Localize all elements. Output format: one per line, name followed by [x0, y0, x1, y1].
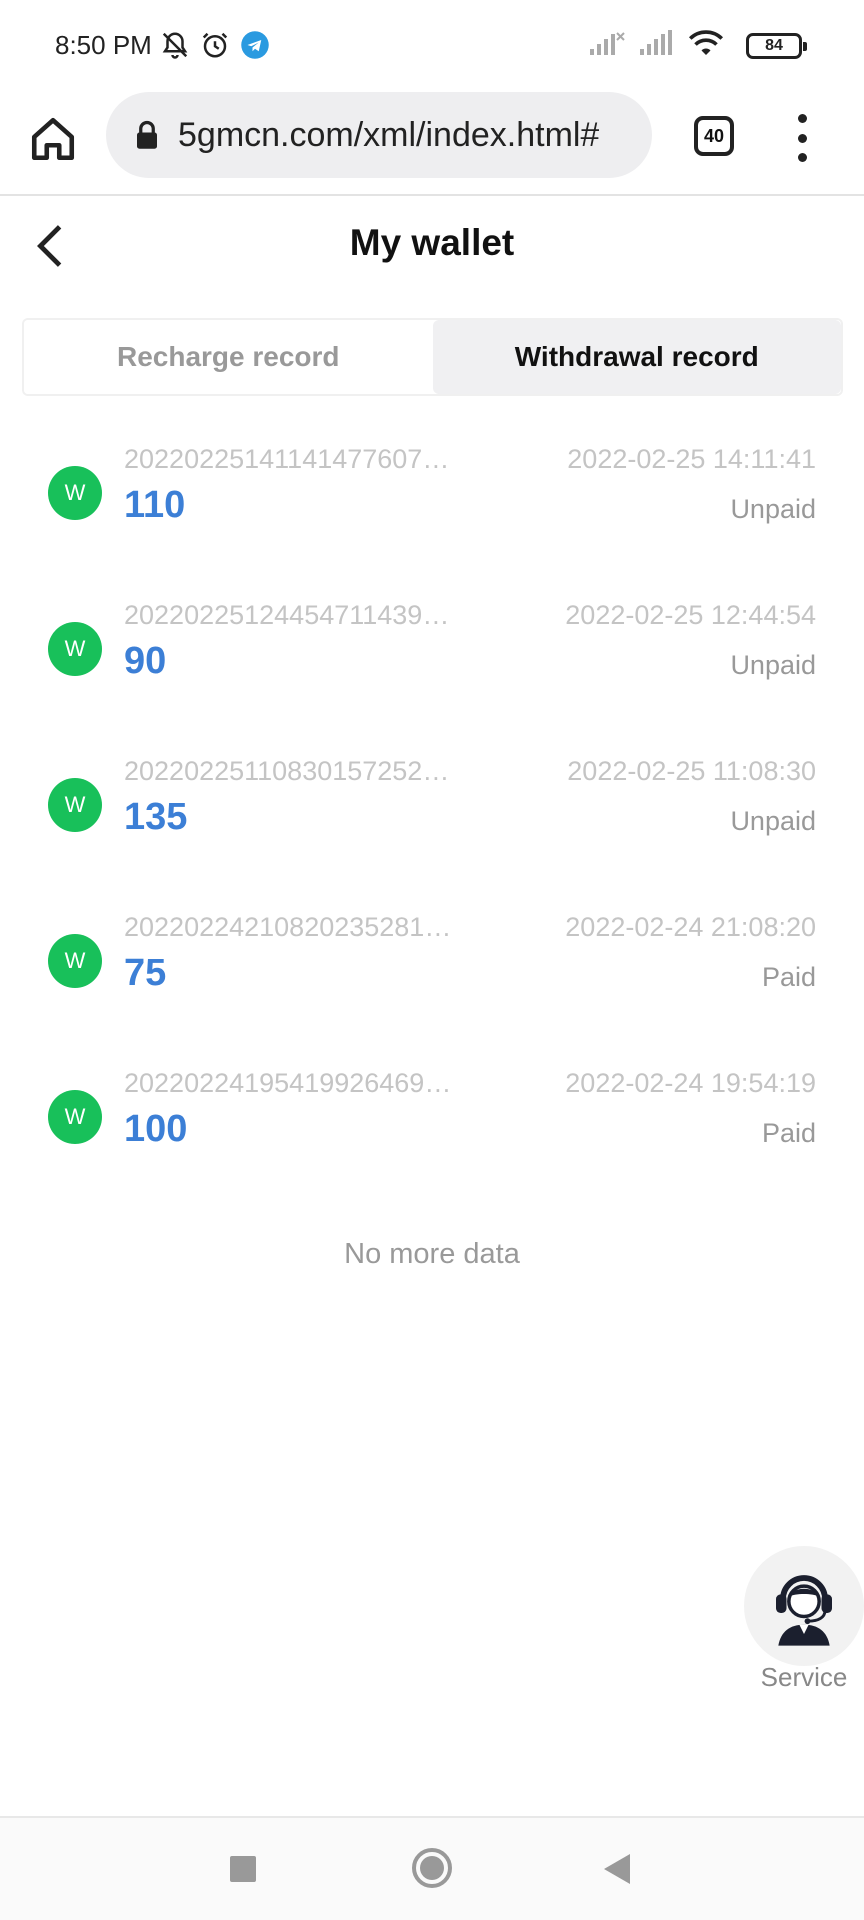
telegram-icon: [241, 31, 269, 59]
browser-menu-icon[interactable]: [790, 114, 814, 162]
record-time: 2022-02-24 19:54:19: [565, 1068, 816, 1098]
tab-withdrawal-record[interactable]: Withdrawal record: [432, 320, 841, 394]
record-amount: 75: [124, 952, 167, 994]
record-time: 2022-02-25 14:11:41: [567, 444, 816, 474]
list-item[interactable]: W 20220224210820235281… 75 2022-02-24 21…: [0, 888, 864, 1044]
record-status: Unpaid: [730, 494, 816, 524]
url-text: 5gmcn.com/xml/index.html#: [178, 115, 600, 154]
home-icon[interactable]: [28, 114, 78, 164]
record-tabs: Recharge record Withdrawal record: [22, 318, 843, 396]
record-amount: 100: [124, 1108, 188, 1150]
service-label: Service: [760, 1662, 848, 1692]
service-circle: [744, 1546, 864, 1666]
status-icons-right: [588, 28, 724, 58]
record-status: Paid: [761, 1118, 816, 1148]
recent-apps-icon[interactable]: [230, 1856, 256, 1882]
record-status: Unpaid: [730, 806, 816, 836]
system-nav-bar: [0, 1816, 864, 1920]
signal-icon: [640, 30, 672, 55]
record-amount: 110: [124, 484, 186, 526]
record-avatar: W: [48, 934, 102, 988]
status-time: 8:50 PM: [55, 30, 152, 60]
back-nav-icon[interactable]: [604, 1854, 630, 1884]
no-more-data: No more data: [344, 1238, 520, 1270]
tab-recharge-record[interactable]: Recharge record: [24, 320, 433, 394]
record-amount: 135: [124, 796, 188, 838]
record-id: 20220225141141477607…: [124, 444, 450, 474]
battery-indicator: 84: [746, 33, 807, 59]
customer-service-icon: [776, 1575, 832, 1646]
record-time: 2022-02-25 12:44:54: [565, 600, 816, 630]
lock-icon: [137, 120, 157, 149]
list-item[interactable]: W 20220224195419926469… 100 2022-02-24 1…: [0, 1044, 864, 1200]
record-status: Paid: [761, 962, 816, 992]
bell-off-icon: [162, 32, 188, 59]
service-button[interactable]: Service: [744, 1546, 864, 1696]
list-item[interactable]: W 20220225141141477607… 110 2022-02-25 1…: [0, 420, 864, 576]
wifi-icon: [688, 30, 724, 55]
record-list: W 20220225141141477607… 110 2022-02-25 1…: [0, 420, 864, 1200]
list-item[interactable]: W 20220225124454711439… 90 2022-02-25 12…: [0, 576, 864, 732]
record-id: 20220224210820235281…: [124, 912, 452, 942]
signal-x-icon: [590, 32, 625, 55]
record-id: 20220225124454711439…: [124, 600, 450, 630]
address-bar[interactable]: 5gmcn.com/xml/index.html#: [106, 92, 652, 178]
record-amount: 90: [124, 640, 167, 682]
browser-toolbar: 5gmcn.com/xml/index.html# 40: [0, 92, 864, 196]
record-id: 20220225110830157252…: [124, 756, 450, 786]
status-icons-left: [160, 30, 270, 60]
record-avatar: W: [48, 622, 102, 676]
record-avatar: W: [48, 1090, 102, 1144]
record-time: 2022-02-24 21:08:20: [565, 912, 816, 942]
list-item[interactable]: W 20220225110830157252… 135 2022-02-25 1…: [0, 732, 864, 888]
tab-count-button[interactable]: 40: [694, 116, 734, 156]
status-bar: 8:50 PM 84: [0, 0, 864, 92]
alarm-icon: [202, 32, 228, 58]
record-time: 2022-02-25 11:08:30: [567, 756, 816, 786]
record-avatar: W: [48, 778, 102, 832]
page-header: My wallet: [0, 198, 864, 294]
record-id: 20220224195419926469…: [124, 1068, 452, 1098]
record-avatar: W: [48, 466, 102, 520]
record-status: Unpaid: [730, 650, 816, 680]
home-nav-icon[interactable]: [412, 1848, 452, 1888]
page-title: My wallet: [349, 222, 515, 263]
